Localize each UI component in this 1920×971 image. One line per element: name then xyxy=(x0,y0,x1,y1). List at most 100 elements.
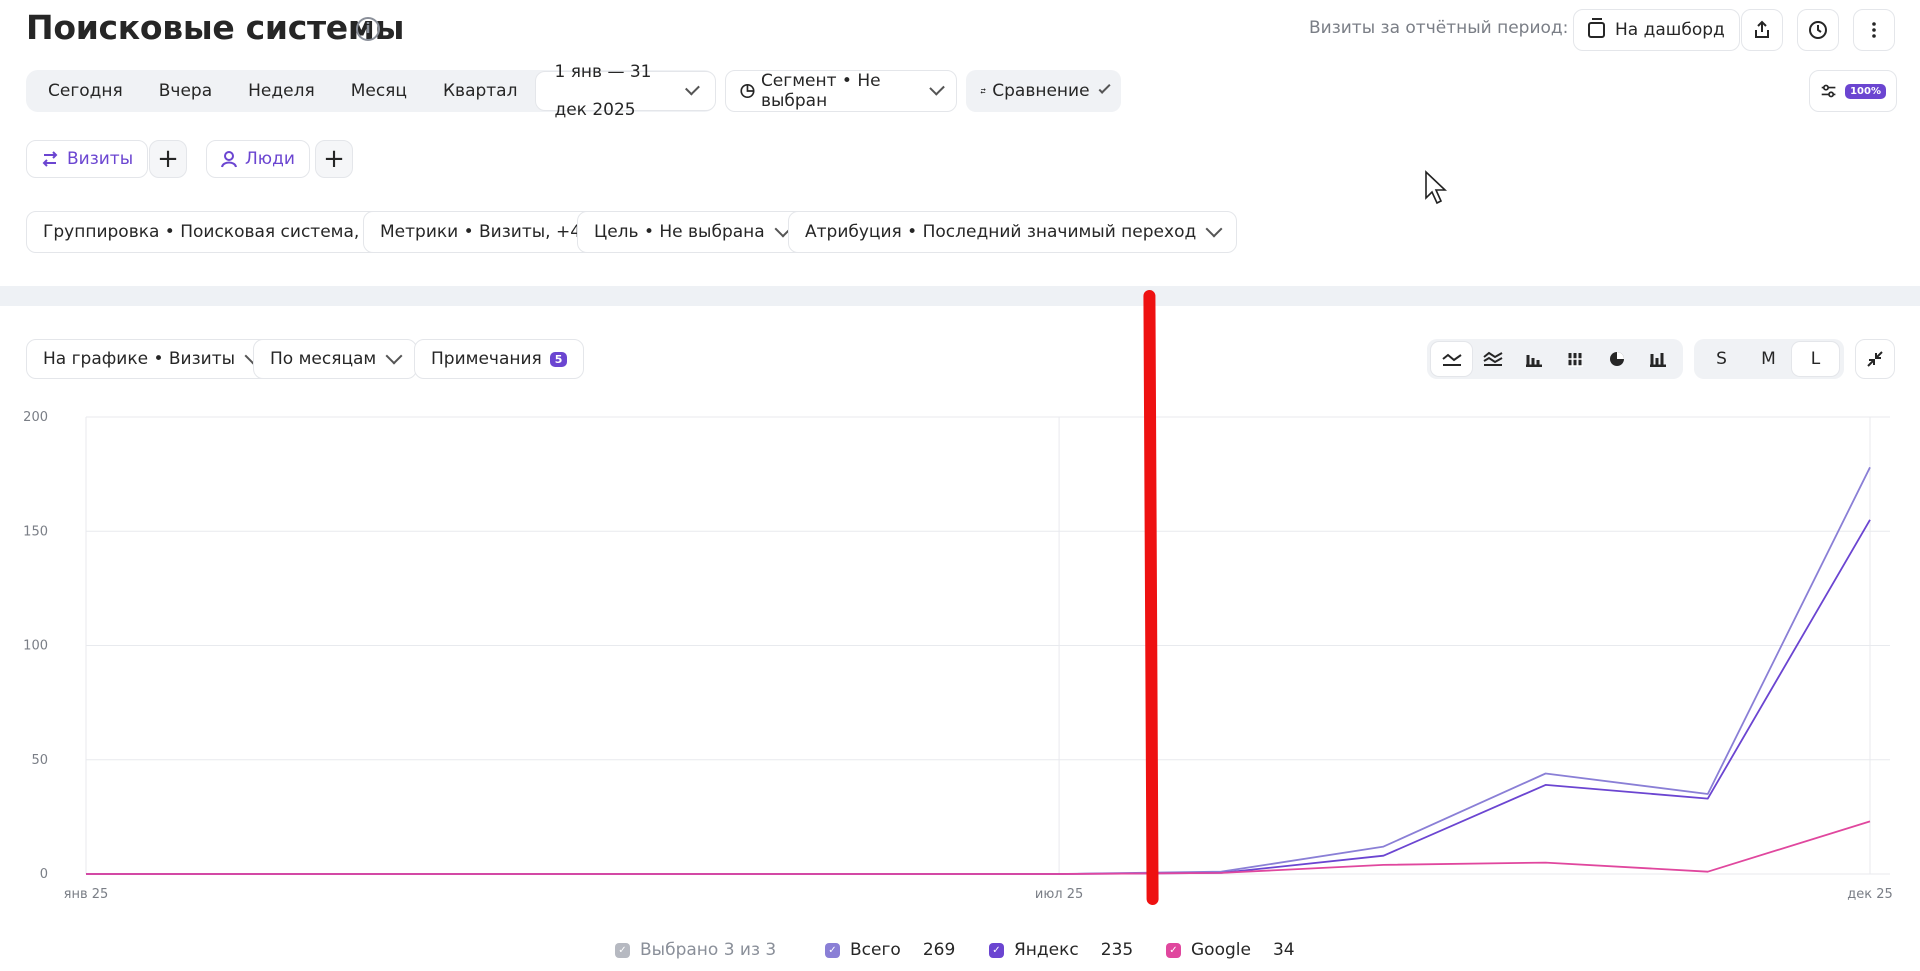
y-tick-label: 150 xyxy=(23,524,48,539)
legend-item-name: Яндекс xyxy=(1014,940,1079,960)
goal-button[interactable]: Цель • Не выбрана xyxy=(577,211,806,253)
more-vertical-icon xyxy=(1872,22,1876,38)
checkbox-icon: ✓ xyxy=(989,942,1004,958)
more-button[interactable] xyxy=(1853,9,1895,51)
segment-label: Сегмент • Не выбран xyxy=(760,71,881,111)
legend-item-name: Google xyxy=(1191,940,1251,960)
chevron-down-icon xyxy=(928,80,945,96)
chart-type-stacked[interactable] xyxy=(1555,342,1596,376)
y-tick-label: 100 xyxy=(23,639,48,654)
person-icon xyxy=(221,151,237,168)
pie-icon xyxy=(740,83,755,99)
y-tick-label: 200 xyxy=(23,410,48,425)
period-selector: Сегодня Вчера Неделя Месяц Квартал 1 янв… xyxy=(26,62,716,120)
chart-metric-label: На графике • Визиты xyxy=(43,349,236,369)
dashboard-icon xyxy=(1588,18,1605,38)
people-chip[interactable]: Люди xyxy=(206,140,310,178)
share-icon xyxy=(1755,20,1769,38)
chart-size-switcher: S M L xyxy=(1694,339,1844,379)
page-title: Поисковые системы xyxy=(26,8,405,47)
period-today[interactable]: Сегодня xyxy=(30,70,141,112)
visits-total-label: Визиты за отчётный период: 269 xyxy=(1309,18,1607,38)
chevron-down-icon xyxy=(1098,81,1111,95)
notes-label: Примечания xyxy=(431,349,542,369)
sampling-button[interactable]: 100% xyxy=(1809,70,1897,112)
size-s[interactable]: S xyxy=(1698,342,1745,376)
legend-selected-count: Выбрано 3 из 3 xyxy=(640,940,777,960)
legend-item-google[interactable]: ✓ Google 34 xyxy=(1166,938,1295,962)
period-quarter[interactable]: Квартал xyxy=(425,70,535,112)
chart-type-bar[interactable] xyxy=(1514,342,1555,376)
line-chart-icon xyxy=(1442,353,1462,366)
checkbox-icon: ✓ xyxy=(825,942,840,958)
collapse-chart-button[interactable] xyxy=(1855,339,1895,379)
chevron-down-icon xyxy=(1205,220,1223,238)
grouping-button[interactable]: Группировка • Поисковая система, +2 xyxy=(26,211,407,253)
detail-label: По месяцам xyxy=(270,349,377,369)
size-l[interactable]: L xyxy=(1792,342,1839,376)
export-button[interactable] xyxy=(1741,9,1783,51)
notes-count-badge: 5 xyxy=(549,351,568,367)
add-visits-filter-button[interactable]: + xyxy=(149,140,187,178)
period-month[interactable]: Месяц xyxy=(333,70,425,112)
add-people-filter-button[interactable]: + xyxy=(315,140,353,178)
attribution-button[interactable]: Атрибуция • Последний значимый переход xyxy=(788,211,1238,253)
chart-type-columns[interactable] xyxy=(1638,342,1679,376)
grouping-label: Группировка • Поисковая система, +2 xyxy=(43,222,390,242)
history-button[interactable] xyxy=(1797,9,1839,51)
checkbox-icon: ✓ xyxy=(1166,942,1181,958)
chart-metric-select[interactable]: На графике • Визиты xyxy=(26,339,277,379)
y-tick-label: 0 xyxy=(40,867,48,882)
y-tick-label: 50 xyxy=(31,753,48,768)
legend-select-all[interactable]: ✓ Выбрано 3 из 3 xyxy=(615,938,776,962)
period-week[interactable]: Неделя xyxy=(230,70,333,112)
line-chart: 0 50 100 150 200 янв 25 июл 25 дек 25 xyxy=(23,410,1893,902)
series-line-Всего xyxy=(86,466,1871,875)
sampling-badge: 100% xyxy=(1845,83,1886,99)
segment-button[interactable]: Сегмент • Не выбран xyxy=(725,70,957,112)
legend-item-yandex[interactable]: ✓ Яндекс 235 xyxy=(989,938,1133,962)
section-divider xyxy=(0,286,1920,306)
attribution-label: Атрибуция • Последний значимый переход xyxy=(805,222,1197,242)
dashboard-button[interactable]: На дашборд xyxy=(1573,9,1740,51)
compare-button[interactable]: Сравнение xyxy=(966,70,1121,112)
metrics-label: Метрики • Визиты, +4 xyxy=(380,222,582,242)
dashboard-label: На дашборд xyxy=(1615,20,1725,40)
info-icon[interactable]: i xyxy=(356,17,380,41)
legend-item-value: 235 xyxy=(1100,940,1134,960)
period-yesterday[interactable]: Вчера xyxy=(141,70,230,112)
goal-label: Цель • Не выбрана xyxy=(594,222,765,242)
red-marker-annotation xyxy=(1143,289,1159,906)
x-tick-label: янв 25 xyxy=(64,887,109,902)
chevron-down-icon xyxy=(385,347,403,365)
area-chart-icon xyxy=(1483,351,1503,366)
detail-select[interactable]: По месяцам xyxy=(253,339,418,379)
checkbox-icon: ✓ xyxy=(615,942,630,958)
date-range-picker[interactable]: 1 янв — 31 дек 2025 xyxy=(535,62,716,120)
chart-type-switcher xyxy=(1427,339,1683,379)
chart-type-pie[interactable] xyxy=(1596,342,1637,376)
size-m[interactable]: M xyxy=(1745,342,1792,376)
collapse-icon xyxy=(1867,351,1883,367)
visits-chip[interactable]: Визиты xyxy=(26,140,149,178)
chart-type-line[interactable] xyxy=(1431,342,1473,376)
compare-icon xyxy=(980,88,986,94)
series-line-Google xyxy=(86,820,1871,875)
people-chip-label: Люди xyxy=(245,149,295,169)
notes-button[interactable]: Примечания 5 xyxy=(414,339,585,379)
chevron-down-icon xyxy=(685,80,700,96)
column-chart-icon xyxy=(1650,353,1667,367)
chart-type-area[interactable] xyxy=(1472,342,1513,376)
compare-label: Сравнение xyxy=(992,81,1090,101)
metrics-button[interactable]: Метрики • Визиты, +4 xyxy=(363,211,599,253)
legend-item-name: Всего xyxy=(850,940,901,960)
plus-icon: + xyxy=(157,144,179,174)
x-tick-label: дек 25 xyxy=(1847,887,1893,902)
legend-item-value: 34 xyxy=(1272,940,1295,960)
plus-icon: + xyxy=(323,144,345,174)
visits-icon xyxy=(42,151,58,167)
legend-item-total[interactable]: ✓ Всего 269 xyxy=(825,938,955,962)
legend-item-value: 269 xyxy=(922,940,956,960)
x-tick-label: июл 25 xyxy=(1035,887,1083,902)
date-range-label: 1 янв — 31 дек 2025 xyxy=(554,62,652,120)
